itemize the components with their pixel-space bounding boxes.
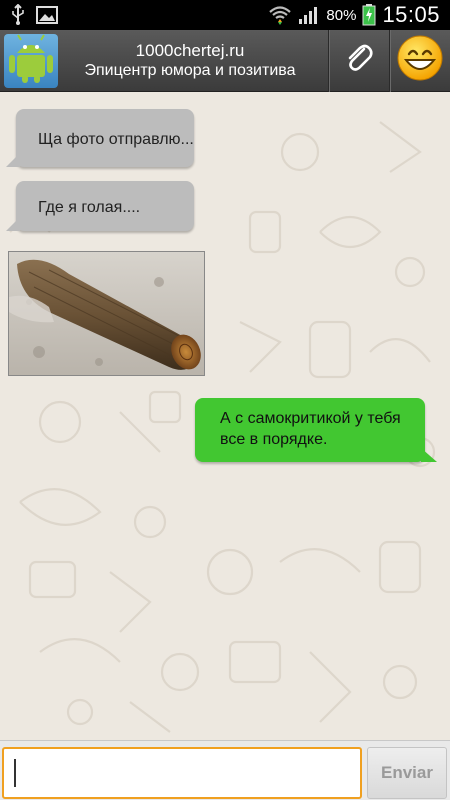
message-bubble-incoming[interactable]: Ща фото отправлю... bbox=[6, 109, 194, 167]
chat-title-block[interactable]: 1000chertej.ru Эпицентр юмора и позитива bbox=[58, 41, 328, 81]
message-input[interactable] bbox=[2, 747, 362, 799]
message-image[interactable] bbox=[8, 251, 205, 376]
attach-button[interactable] bbox=[329, 30, 389, 92]
chat-subtitle: Эпицентр юмора и позитива bbox=[84, 61, 296, 79]
chat-title: 1000chertej.ru bbox=[135, 40, 245, 60]
avatar[interactable] bbox=[4, 33, 58, 88]
image-icon bbox=[36, 6, 58, 24]
text-caret bbox=[14, 759, 16, 787]
usb-icon bbox=[10, 4, 26, 26]
wifi-icon bbox=[268, 5, 292, 25]
battery-charging-icon bbox=[362, 4, 376, 26]
paperclip-icon bbox=[342, 41, 376, 80]
chat-area[interactable]: Ща фото отправлю... Где я голая.... А с … bbox=[0, 92, 450, 740]
message-bubble-incoming[interactable]: Где я голая.... bbox=[6, 181, 194, 231]
emoji-button[interactable] bbox=[390, 30, 450, 92]
message-bubble-outgoing[interactable]: А с самокритикой у тебя все в порядке. bbox=[195, 398, 437, 462]
message-text: Ща фото отправлю... bbox=[38, 131, 194, 148]
composer-bar: Enviar bbox=[0, 740, 450, 800]
send-button[interactable]: Enviar bbox=[367, 747, 447, 799]
chat-header: 1000chertej.ru Эпицентр юмора и позитива bbox=[0, 29, 450, 92]
smiley-icon bbox=[396, 34, 444, 87]
battery-percent: 80% bbox=[326, 6, 357, 24]
message-text: А с самокритикой у тебя все в порядке. bbox=[220, 410, 401, 448]
message-text: Где я голая.... bbox=[38, 199, 141, 216]
android-icon bbox=[8, 33, 54, 88]
log-in-snow-photo bbox=[9, 252, 204, 375]
status-bar: 80% 15:05 bbox=[0, 0, 450, 30]
status-time: 15:05 bbox=[382, 2, 440, 27]
signal-icon bbox=[298, 5, 320, 25]
